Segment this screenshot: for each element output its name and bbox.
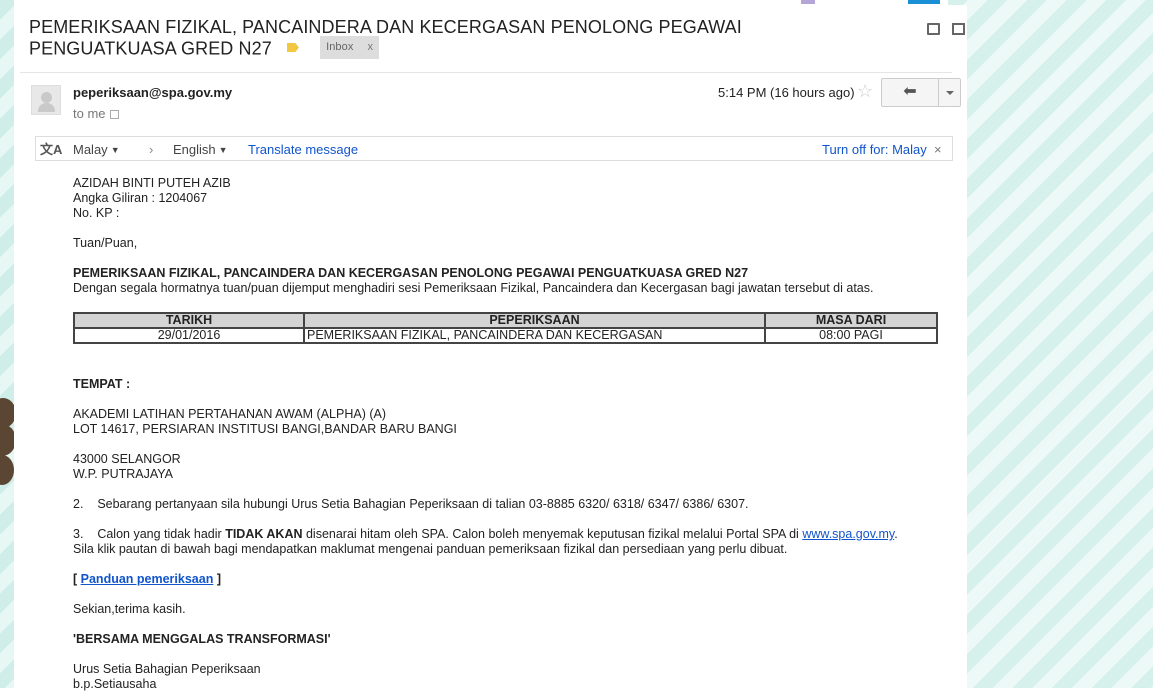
- background-decoration: [908, 0, 940, 4]
- bracket: [: [73, 572, 81, 586]
- sender-avatar: [31, 85, 61, 115]
- column-header: TARIKH: [73, 312, 305, 329]
- chevron-right-icon: ›: [149, 142, 154, 157]
- inbox-label-text: Inbox: [326, 41, 354, 53]
- subject-actions: [919, 22, 966, 40]
- guide-link-line: [ Panduan pemeriksaan ]: [73, 572, 898, 587]
- email-panel: PEMERIKSAAN FIZIKAL, PANCAINDERA DAN KEC…: [14, 5, 967, 691]
- sender-address[interactable]: peperiksaan@spa.gov.my: [73, 85, 232, 100]
- exam-schedule-table: TARIKH PEPERIKSAAN MASA DARI 29/01/2016 …: [73, 312, 938, 344]
- angka-giliran: Angka Giliran : 1204067: [73, 191, 208, 205]
- point-3-text: .: [894, 527, 898, 541]
- point-2: 2. Sebarang pertanyaan sila hubungi Urus…: [73, 497, 749, 511]
- print-icon[interactable]: [927, 23, 940, 35]
- reply-button[interactable]: ⬅: [881, 78, 939, 107]
- translate-message-link[interactable]: Translate message: [248, 142, 358, 157]
- close-icon[interactable]: ×: [934, 142, 942, 157]
- background-decoration: [801, 0, 815, 4]
- letter-heading: PEMERIKSAAN FIZIKAL, PANCAINDERA DAN KEC…: [73, 266, 749, 280]
- reply-icon: ⬅: [903, 83, 917, 100]
- inbox-label-chip[interactable]: Inbox x: [320, 36, 380, 59]
- column-header: PEPERIKSAAN: [303, 312, 766, 329]
- point-3-text: 3. Calon yang tidak hadir: [73, 527, 226, 541]
- address-line: LOT 14617, PERSIARAN INSTITUSI BANGI,BAN…: [73, 422, 457, 436]
- table-cell-time: 08:00 PAGI: [764, 327, 938, 344]
- motto: 'BERSAMA MENGGALAS TRANSFORMASI': [73, 632, 331, 646]
- recipient-text: to me: [73, 106, 106, 121]
- bracket: ]: [213, 572, 221, 586]
- source-language-select[interactable]: Malay ▼: [73, 142, 120, 157]
- point-3-text: disenarai hitam oleh SPA. Calon boleh me…: [302, 527, 803, 541]
- table-row: 29/01/2016 PEMERIKSAAN FIZIKAL, PANCAIND…: [73, 327, 938, 344]
- table-cell-exam: PEMERIKSAAN FIZIKAL, PANCAINDERA DAN KEC…: [303, 327, 766, 344]
- address-line: 43000 SELANGOR: [73, 452, 181, 466]
- letter-intro: Dengan segala hormatnya tuan/puan dijemp…: [73, 281, 874, 295]
- point-3-bold: TIDAK AKAN: [225, 527, 303, 541]
- importance-label-icon[interactable]: [286, 43, 299, 52]
- remove-label-button[interactable]: x: [367, 41, 373, 53]
- star-icon[interactable]: ☆: [857, 81, 873, 102]
- table-header-row: TARIKH PEPERIKSAAN MASA DARI: [73, 312, 938, 329]
- address-line: AKADEMI LATIHAN PERTAHANAN AWAM (ALPHA) …: [73, 407, 387, 421]
- target-language-label: English: [173, 142, 216, 157]
- no-kp: No. KP :: [73, 206, 120, 220]
- recipient-details-dropdown-icon[interactable]: [109, 110, 119, 119]
- recipient-line: to me: [73, 106, 119, 121]
- more-actions-dropdown[interactable]: [938, 78, 961, 107]
- panduan-pemeriksaan-link[interactable]: Panduan pemeriksaan: [81, 572, 214, 586]
- point-3: 3. Calon yang tidak hadir TIDAK AKAN dis…: [73, 527, 898, 542]
- chevron-down-icon: ▼: [110, 145, 120, 155]
- turn-off-translation-link[interactable]: Turn off for: Malay: [822, 142, 927, 157]
- translate-icon: 文A: [40, 142, 63, 157]
- recipient-name: AZIDAH BINTI PUTEH AZIB: [73, 176, 231, 190]
- signature-line: b.p.Setiausaha: [73, 677, 157, 691]
- closing: Sekian,terima kasih.: [73, 602, 186, 616]
- source-language-label: Malay: [73, 142, 108, 157]
- background-pattern-left: [0, 0, 14, 688]
- target-language-select[interactable]: English ▼: [173, 142, 228, 157]
- address-line: W.P. PUTRAJAYA: [73, 467, 174, 481]
- chevron-down-icon: ▼: [218, 145, 228, 155]
- subject-text: PEMERIKSAAN FIZIKAL, PANCAINDERA DAN KEC…: [29, 17, 742, 59]
- salutation: Tuan/Puan,: [73, 236, 138, 250]
- column-header: MASA DARI: [764, 312, 938, 329]
- spa-portal-link[interactable]: www.spa.gov.my: [802, 527, 894, 541]
- email-subject: PEMERIKSAAN FIZIKAL, PANCAINDERA DAN KEC…: [29, 17, 889, 61]
- email-body: AZIDAH BINTI PUTEH AZIB Angka Giliran : …: [73, 176, 873, 296]
- email-timestamp: 5:14 PM (16 hours ago): [718, 85, 855, 100]
- table-cell-date: 29/01/2016: [73, 327, 305, 344]
- translate-bar: 文A Malay ▼ › English ▼ Translate message T…: [35, 136, 953, 161]
- point-3-line-2: Sila klik pautan di bawah bagi mendapatk…: [73, 542, 788, 556]
- header-divider: [20, 72, 952, 73]
- new-window-icon[interactable]: [952, 23, 966, 35]
- signature-line: Urus Setia Bahagian Peperiksaan: [73, 662, 261, 676]
- email-body-continued: TEMPAT : AKADEMI LATIHAN PERTAHANAN AWAM…: [73, 377, 898, 692]
- tempat-label: TEMPAT :: [73, 377, 131, 391]
- background-pattern-right: [948, 0, 1153, 688]
